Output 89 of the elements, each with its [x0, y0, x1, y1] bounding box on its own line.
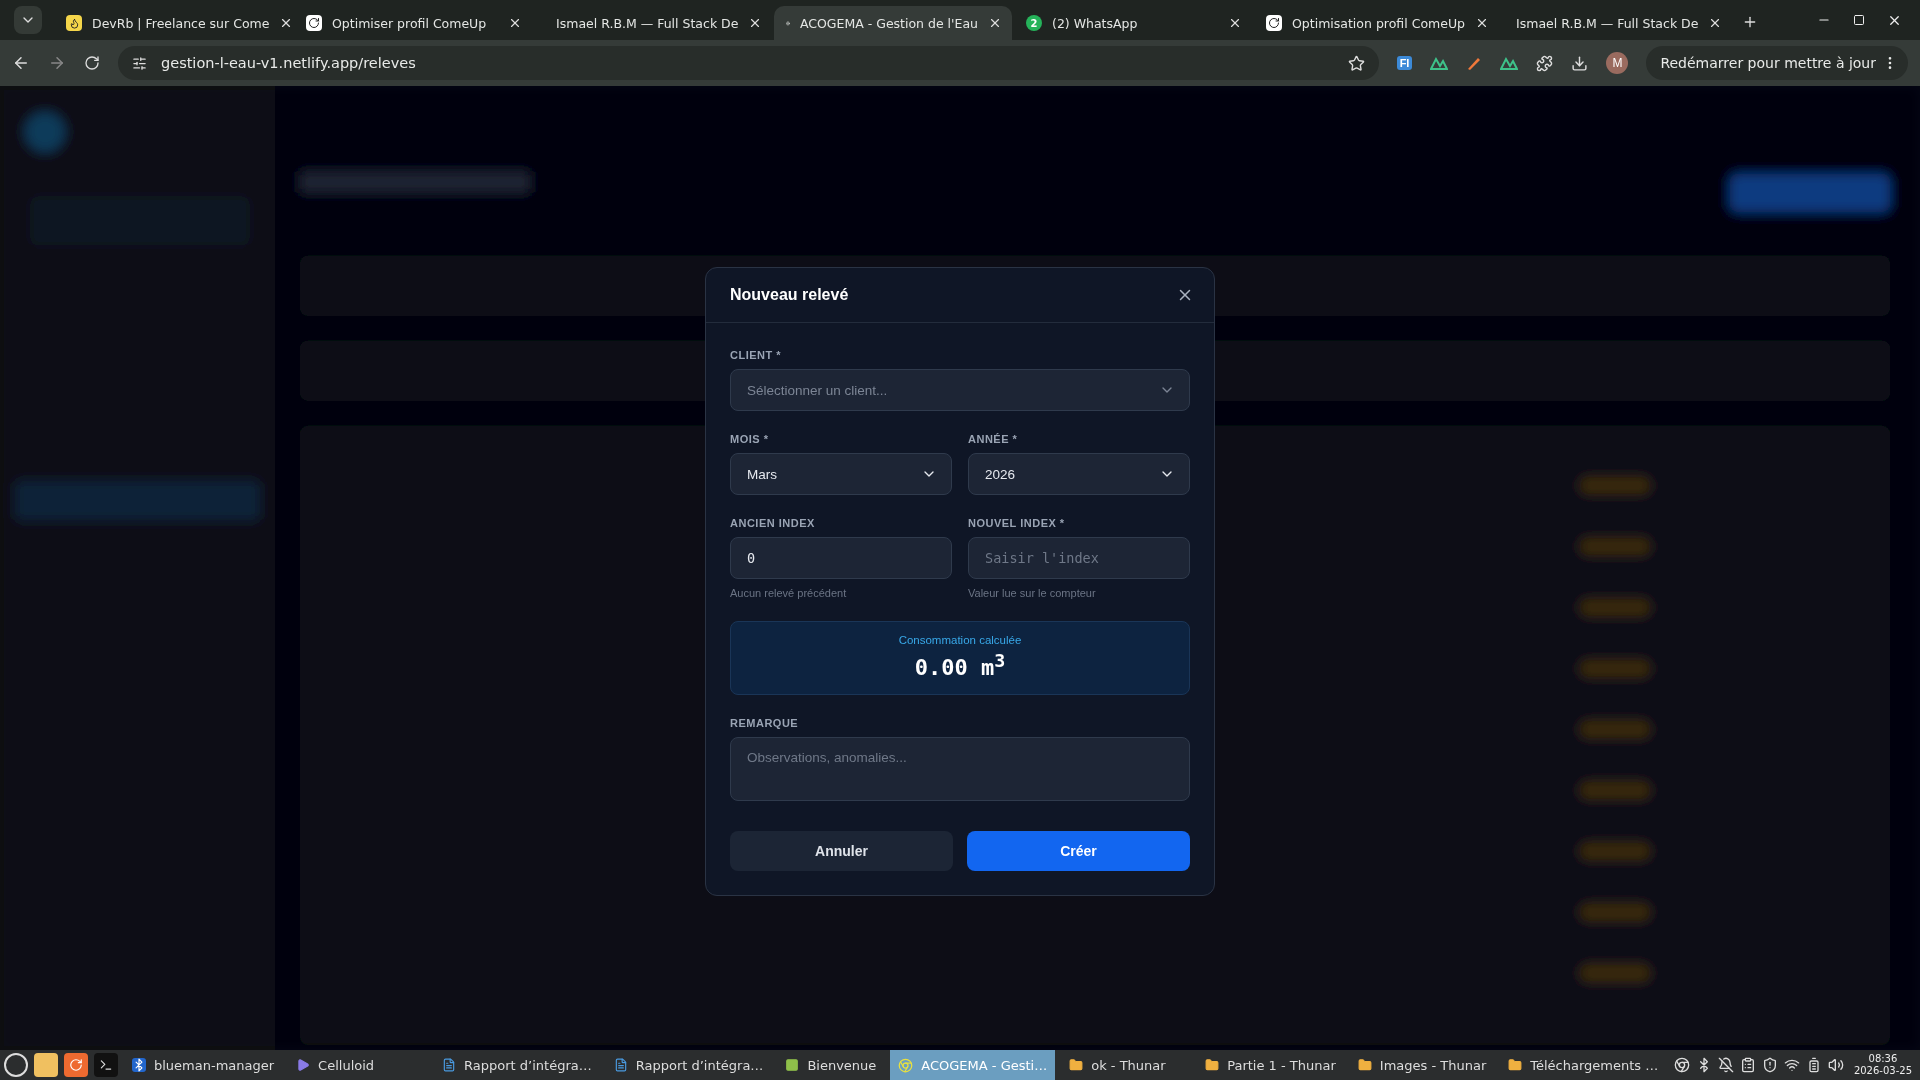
close-icon[interactable] — [508, 16, 522, 30]
close-icon[interactable] — [1228, 16, 1242, 30]
consumption-value: 0.00 m$^{3}$ — [914, 650, 1006, 681]
field-label: NOUVEL INDEX * — [968, 517, 1066, 529]
consumption-label: Consommation calculée — [898, 634, 1022, 646]
clock-time: 08:36 — [1868, 1053, 1898, 1065]
folder-icon — [1205, 1058, 1220, 1072]
month-select[interactable]: Mars — [730, 453, 952, 495]
clipboard-icon[interactable] — [1739, 1057, 1756, 1073]
clock-date: 2026-03-25 — [1853, 1065, 1912, 1077]
play-icon — [296, 1058, 311, 1072]
field-label: CLIENT * — [730, 349, 783, 361]
mountain-icon[interactable] — [1430, 56, 1449, 70]
year-select[interactable]: 2026 — [968, 453, 1190, 495]
tab-title: DevRb | Freelance sur Come — [92, 15, 270, 31]
download-icon[interactable] — [1571, 54, 1589, 72]
taskbar-window-button[interactable]: blueman-manager — [124, 1050, 283, 1080]
forward-icon[interactable] — [48, 54, 66, 72]
taskbar-window-button[interactable]: Rapport d’intégra… — [434, 1050, 600, 1080]
field-label: ANNÉE * — [968, 433, 1019, 445]
taskbar-window-button[interactable]: Rapport d’intégra… — [605, 1050, 772, 1080]
notifications-off-icon[interactable] — [1717, 1057, 1734, 1073]
extension-icon[interactable]: FI — [1396, 56, 1413, 70]
chrome-icon — [898, 1057, 914, 1073]
site-logo-icon — [66, 15, 82, 31]
browser-tab[interactable]: Ismael R.B.M — Full Stack De — [1494, 6, 1732, 40]
site-info-icon[interactable] — [132, 55, 147, 71]
browser-icon[interactable] — [64, 1053, 88, 1077]
folder-icon — [1069, 1058, 1084, 1072]
tab-title: Ismael R.B.M — Full Stack De — [556, 15, 739, 31]
pen-icon[interactable] — [1466, 55, 1483, 71]
browser-tab[interactable]: ACOGEMA - Gestion de l'Eau — [774, 6, 1012, 40]
taskbar-window-button[interactable]: Téléchargements … — [1500, 1050, 1667, 1080]
taskbar-window-button[interactable]: ok - Thunar — [1061, 1050, 1192, 1080]
spiral-logo-icon — [1266, 15, 1282, 31]
maximize-icon[interactable] — [1853, 14, 1865, 26]
taskbar-window-button[interactable]: Bienvenue — [777, 1050, 885, 1080]
client-select[interactable]: Sélectionner un client... — [730, 369, 1190, 411]
taskbar-window-button[interactable]: Images - Thunar — [1349, 1050, 1495, 1080]
profile-avatar[interactable]: M — [1606, 52, 1629, 74]
taskbar-window-button[interactable]: Celluloid — [288, 1050, 429, 1080]
dialog-title: Nouveau relevé — [730, 286, 849, 304]
tab-title: ACOGEMA - Gestion de l'Eau — [799, 15, 978, 31]
document-icon — [442, 1058, 457, 1072]
address-bar[interactable]: gestion-l-eau-v1.netlify.app/releves — [118, 46, 1379, 80]
spiral-logo-icon — [306, 15, 322, 31]
folder-icon — [1357, 1058, 1372, 1072]
menu-icon[interactable] — [4, 1053, 28, 1077]
browser-tab[interactable]: Optimiser profil ComeUp — [294, 6, 532, 40]
shield-icon[interactable] — [1761, 1057, 1778, 1073]
mint-logo-icon — [785, 1058, 800, 1072]
update-button[interactable]: Redémarrer pour mettre à jour — [1646, 46, 1908, 80]
notification-badge: 2 — [1026, 15, 1042, 31]
field-label: ANCIEN INDEX — [730, 517, 816, 529]
field-hint: Aucun relevé précédent — [730, 587, 848, 599]
bluetooth-icon — [132, 1058, 146, 1072]
new-tab-icon[interactable] — [1742, 14, 1758, 30]
tab-title: Optimiser profil ComeUp — [332, 15, 488, 31]
volume-icon[interactable] — [1827, 1057, 1844, 1073]
url-text: gestion-l-eau-v1.netlify.app/releves — [161, 55, 417, 71]
remark-field[interactable]: Observations, anomalies... — [730, 737, 1190, 802]
old-index-field[interactable]: 0 — [730, 537, 952, 579]
tab-title: (2) WhatsApp — [1052, 15, 1139, 31]
create-button[interactable]: Créer — [967, 831, 1190, 872]
tab-list-button[interactable] — [14, 6, 42, 34]
back-icon[interactable] — [12, 54, 30, 72]
field-label: REMARQUE — [730, 717, 800, 730]
folder-icon — [1508, 1058, 1523, 1072]
reload-icon[interactable] — [84, 55, 100, 71]
tab-title: Ismael R.B.M — Full Stack De — [1516, 15, 1699, 31]
wifi-icon[interactable] — [1783, 1057, 1800, 1073]
field-label: MOIS * — [730, 433, 770, 445]
bookmark-star-icon[interactable] — [1347, 54, 1365, 72]
browser-tab[interactable]: 2 (2) WhatsApp — [1014, 6, 1252, 40]
document-icon — [613, 1058, 628, 1072]
terminal-icon[interactable] — [94, 1053, 118, 1077]
cancel-button[interactable]: Annuler — [730, 831, 953, 872]
browser-tab[interactable]: DevRb | Freelance sur Come — [54, 6, 292, 40]
close-icon[interactable] — [988, 16, 1002, 30]
extensions-icon[interactable] — [1536, 54, 1554, 72]
chrome-icon[interactable] — [1673, 1057, 1690, 1073]
tab-title: Optimisation profil ComeUp — [1292, 15, 1465, 31]
field-hint: Valeur lue sur le compteur — [968, 587, 1097, 599]
new-index-field[interactable]: Saisir l'index — [968, 537, 1190, 579]
mountain-icon[interactable] — [1500, 56, 1519, 70]
browser-tab[interactable]: Ismael R.B.M — Full Stack De — [534, 6, 772, 40]
close-icon[interactable] — [1475, 16, 1489, 30]
taskbar-window-button[interactable]: Partie 1 - Thunar — [1197, 1050, 1344, 1080]
browser-tab[interactable]: Optimisation profil ComeUp — [1254, 6, 1492, 40]
